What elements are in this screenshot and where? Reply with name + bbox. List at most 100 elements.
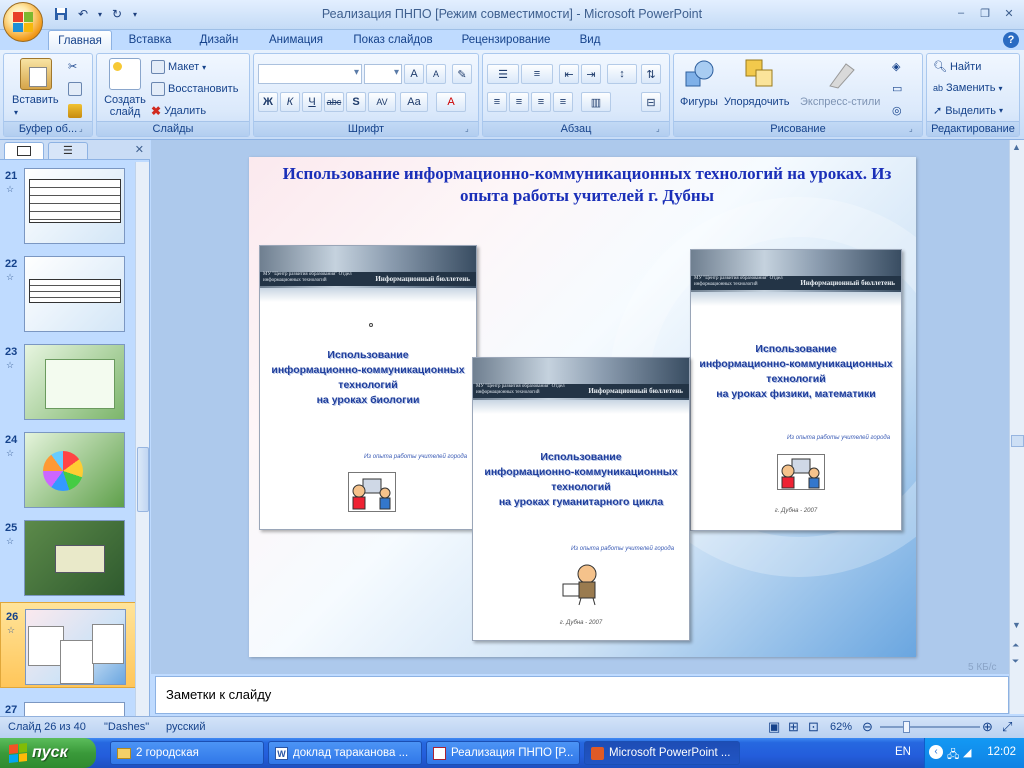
italic-button[interactable]: К: [280, 92, 300, 112]
new-slide-button[interactable]: Создать слайд: [101, 94, 149, 118]
undo-dropdown-icon[interactable]: ▾: [96, 6, 104, 22]
font-launcher-icon[interactable]: ⌟: [465, 124, 475, 134]
align-left-icon[interactable]: ≡: [487, 92, 507, 112]
increase-indent-icon[interactable]: ⇥: [581, 64, 601, 84]
prev-slide-icon[interactable]: ⏶: [1012, 640, 1019, 651]
tab-home[interactable]: Главная: [48, 30, 112, 50]
reset-button[interactable]: Восстановить: [151, 82, 238, 96]
text-direction-icon[interactable]: ⇅: [641, 64, 661, 84]
outline-tab[interactable]: ☰: [48, 142, 88, 159]
thumbnail-item[interactable]: 24 ☆: [0, 426, 136, 508]
tab-design[interactable]: Дизайн: [188, 30, 250, 50]
align-right-icon[interactable]: ≡: [531, 92, 551, 112]
minimize-button[interactable]: –: [950, 4, 972, 22]
justify-icon[interactable]: ≡: [553, 92, 573, 112]
normal-view-icon[interactable]: ▣: [768, 719, 780, 735]
thumbnail-item[interactable]: 23 ☆: [0, 338, 136, 420]
slide-sorter-icon[interactable]: ⊞: [788, 719, 799, 735]
decrease-indent-icon[interactable]: ⇤: [559, 64, 579, 84]
close-button[interactable]: ✕: [998, 4, 1020, 22]
paragraph-launcher-icon[interactable]: ⌟: [656, 124, 666, 134]
bulletin-humanities[interactable]: МУ "Центр развития образования" Отдел ин…: [472, 357, 690, 641]
thumbnail-item[interactable]: 22 ☆: [0, 250, 136, 332]
tab-slideshow[interactable]: Показ слайдов: [342, 30, 444, 50]
help-icon[interactable]: ?: [1003, 32, 1019, 48]
slide-scroll-thumb[interactable]: [1011, 435, 1024, 447]
format-painter-icon[interactable]: [68, 104, 82, 118]
delete-button[interactable]: ✖ Удалить: [151, 104, 206, 118]
input-language[interactable]: EN: [895, 746, 911, 758]
align-center-icon[interactable]: ≡: [509, 92, 529, 112]
language-indicator[interactable]: русский: [166, 721, 205, 733]
columns-icon[interactable]: ▥: [581, 92, 611, 112]
clear-format-icon[interactable]: ✎: [452, 64, 472, 84]
bulletin-biology[interactable]: МУ "Центр развития образования" Отдел ин…: [259, 245, 477, 530]
next-slide-icon[interactable]: ⏷: [1012, 656, 1019, 667]
zoom-out-icon[interactable]: ⊖: [862, 719, 873, 735]
font-name-combo[interactable]: [258, 64, 362, 84]
thumbnail-item[interactable]: 25 ☆: [0, 514, 136, 596]
zoom-in-icon[interactable]: ⊕: [982, 719, 993, 735]
tab-review[interactable]: Рецензирование: [450, 30, 562, 50]
drawing-launcher-icon[interactable]: ⌟: [909, 124, 919, 134]
thumbnails-scroll-thumb[interactable]: [137, 447, 149, 512]
underline-button[interactable]: Ч: [302, 92, 322, 112]
font-color-button[interactable]: A: [436, 92, 466, 112]
quick-styles-button[interactable]: Экспресс-стили: [800, 96, 880, 108]
clipboard-launcher-icon[interactable]: ⌟: [79, 124, 89, 134]
shadow-button[interactable]: S: [346, 92, 366, 112]
clock[interactable]: 12:02: [987, 746, 1016, 758]
paste-dropdown-icon[interactable]: ▾: [14, 108, 18, 117]
save-icon[interactable]: [52, 6, 70, 22]
strikethrough-button[interactable]: abc: [324, 92, 344, 112]
zoom-level[interactable]: 62%: [830, 721, 852, 733]
selection-handle[interactable]: [369, 323, 373, 327]
network-icon[interactable]: 🖧︎: [947, 746, 959, 765]
paste-button[interactable]: Вставить: [12, 94, 59, 106]
slide-canvas[interactable]: Использование информационно-коммуникацио…: [249, 157, 916, 657]
taskbar-item-powerpoint[interactable]: Microsoft PowerPoint ...: [584, 741, 740, 765]
find-button[interactable]: 🔍︎ Найти: [933, 60, 981, 74]
customize-qat-icon[interactable]: ▾: [130, 6, 140, 22]
notes-pane[interactable]: Заметки к слайду: [155, 676, 1009, 714]
undo-icon[interactable]: ↶: [74, 6, 92, 22]
fit-to-window-icon[interactable]: ⤢: [1002, 719, 1012, 735]
bold-button[interactable]: Ж: [258, 92, 278, 112]
tab-insert[interactable]: Вставка: [118, 30, 182, 50]
bullets-icon[interactable]: ☰: [487, 64, 519, 84]
cut-icon[interactable]: ✂: [68, 60, 77, 73]
thumbnail-item[interactable]: 27: [0, 696, 136, 716]
select-button[interactable]: ➚ Выделить ▾: [933, 104, 1003, 118]
change-case-button[interactable]: Aa: [400, 92, 428, 112]
shape-outline-icon[interactable]: ▭: [892, 82, 902, 95]
office-button[interactable]: [3, 2, 43, 42]
line-spacing-icon[interactable]: ↕: [607, 64, 637, 84]
slides-tab[interactable]: [4, 142, 44, 159]
char-spacing-button[interactable]: AV: [368, 92, 396, 112]
close-pane-icon[interactable]: ✕: [135, 143, 144, 156]
zoom-slider[interactable]: [880, 726, 980, 728]
taskbar-item-presentation[interactable]: Реализация ПНПО [Р...: [426, 741, 580, 765]
scroll-down-icon[interactable]: ▼: [1012, 620, 1021, 630]
tab-view[interactable]: Вид: [568, 30, 612, 50]
slide-scrollbar[interactable]: ▲ ▼ ⏶ ⏷: [1009, 140, 1024, 714]
restore-button[interactable]: ❐: [974, 4, 996, 22]
taskbar-item-folder[interactable]: 2 городская: [110, 741, 264, 765]
zoom-slider-knob[interactable]: [903, 721, 910, 733]
tray-expand-icon[interactable]: ‹: [929, 745, 943, 759]
arrange-button[interactable]: Упорядочить: [724, 96, 789, 108]
thumbnail-item[interactable]: 21 ☆: [0, 162, 136, 244]
tab-animation[interactable]: Анимация: [256, 30, 336, 50]
redo-icon[interactable]: ↻: [108, 6, 126, 22]
slide-title[interactable]: Использование информационно-коммуникацио…: [267, 163, 907, 207]
slideshow-view-icon[interactable]: ⊡: [808, 719, 819, 735]
thumbnails-scrollbar[interactable]: [135, 162, 149, 716]
numbering-icon[interactable]: ≡: [521, 64, 553, 84]
shrink-font-button[interactable]: A: [426, 64, 446, 84]
replace-button[interactable]: ab Заменить ▾: [933, 82, 1002, 94]
font-size-combo[interactable]: [364, 64, 402, 84]
volume-icon[interactable]: ◢: [963, 746, 971, 759]
layout-button[interactable]: Макет ▾: [151, 60, 206, 74]
shape-effects-icon[interactable]: ◎: [892, 104, 902, 117]
bulletin-physics-math[interactable]: МУ "Центр развития образования" Отдел ин…: [690, 249, 902, 531]
